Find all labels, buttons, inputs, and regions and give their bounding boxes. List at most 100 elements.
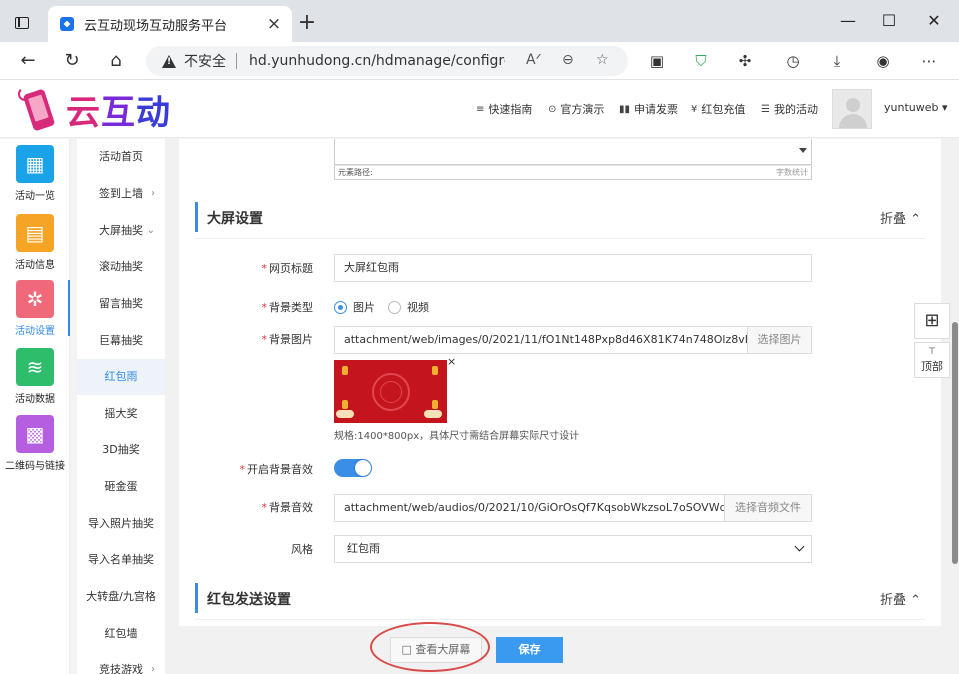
editor-status-bar: 元素路径: 字数统计 (334, 165, 812, 180)
radio-image[interactable]: 图片 (334, 299, 375, 315)
bg-sound-label: * 背景音效 (261, 501, 314, 514)
redpacket-section-header: 红包发送设置 折叠 ⌃ (195, 583, 925, 613)
sidebar-item-settings[interactable]: ✲ 活动设置 (0, 274, 70, 340)
submenu-item[interactable]: 3D抽奖 (77, 432, 165, 468)
bg-type-label: * 背景类型 (261, 301, 314, 314)
submenu-item[interactable]: 导入名单抽奖 (77, 542, 165, 578)
username-dropdown[interactable]: yuntuweb ▾ (884, 101, 948, 114)
submenu-item[interactable]: 签到上墙 › (77, 176, 165, 212)
history-icon[interactable]: ◷ (782, 50, 804, 72)
list-icon: ≡ (476, 103, 485, 115)
save-button[interactable]: 保存 (496, 637, 563, 663)
browser-tab[interactable]: 云互动现场互动服务平台 × (48, 6, 292, 42)
tab-close-icon[interactable]: × (262, 14, 286, 34)
url-text[interactable]: hd.yunhudong.cn/hdmanage/configred... (249, 53, 505, 69)
chevron-down-icon: ⌄ (146, 225, 155, 236)
tab-actions-icon[interactable] (8, 10, 36, 36)
remove-image-icon[interactable]: × (447, 355, 456, 368)
qrcode-float-icon[interactable]: ⊞ (914, 303, 950, 339)
bg-sound-path-input[interactable]: attachment/web/audios/0/2021/10/GiOrOsQf… (334, 494, 725, 522)
menu-icon: ☰ (761, 103, 770, 115)
grid-icon: ▦ (16, 145, 54, 183)
browser-toolbar: ← ↻ ⌂ 不安全 hd.yunhudong.cn/hdmanage/confi… (0, 42, 959, 80)
section-title: 大屏设置 (207, 211, 263, 227)
profile-icon[interactable]: ◉ (872, 50, 894, 72)
read-aloud-icon[interactable]: Aᐟ (526, 52, 542, 68)
invoice-icon: ▮▮ (619, 103, 631, 115)
big-screen-section-header: 大屏设置 折叠 ⌃ (195, 202, 925, 232)
divider (195, 238, 925, 239)
avatar[interactable] (832, 89, 872, 129)
favorite-add-icon[interactable]: ☆ (596, 52, 609, 68)
back-icon[interactable]: ← (14, 48, 42, 74)
submenu-item[interactable]: 红包墙 (77, 616, 165, 652)
sidebar-item-overview[interactable]: ▦ 活动一览 (0, 139, 70, 205)
nav-quick-guide[interactable]: ≡ 快速指南 (476, 101, 532, 117)
caret-down-icon: ▾ (941, 101, 948, 114)
brand-logo[interactable]: 云互动 (18, 83, 171, 135)
minimize-icon[interactable]: — (834, 9, 862, 33)
nav-my-activities[interactable]: ☰ 我的活动 (761, 101, 818, 117)
fold-toggle[interactable]: 折叠 ⌃ (880, 589, 921, 608)
style-select[interactable]: 红包雨 (334, 535, 812, 563)
submenu-item[interactable]: 巨幕抽奖 (77, 323, 165, 359)
more-menu-icon[interactable]: ⋯ (918, 50, 940, 72)
page-title-input[interactable]: 大屏红包雨 (334, 254, 812, 282)
nav-invoice[interactable]: ▮▮ 申请发票 (619, 101, 678, 117)
window-close-icon[interactable]: ✕ (920, 9, 948, 33)
choose-audio-button[interactable]: 选择音频文件 (724, 494, 812, 522)
page-title-label: * 网页标题 (261, 262, 314, 275)
phone-logo-icon (18, 85, 58, 133)
extensions-icon[interactable]: ✣ (734, 50, 756, 72)
submenu-item[interactable]: 导入照片抽奖 (77, 506, 165, 542)
download-icon[interactable]: ⤓ (826, 50, 848, 72)
sub-menu: 活动首页 签到上墙 › 大屏抽奖 ⌄ 滚动抽奖 留言抽奖 巨幕抽奖 红包雨 摇大奖 … (77, 139, 165, 674)
refresh-icon[interactable]: ↻ (58, 48, 86, 74)
radio-video[interactable]: 视频 (388, 299, 429, 315)
play-icon: ⊙ (548, 103, 557, 115)
nav-official-demo[interactable]: ⊙ 官方演示 (548, 101, 604, 117)
choose-image-button[interactable]: 选择图片 (747, 326, 812, 354)
insecure-label: 不安全 (184, 54, 226, 70)
submenu-item[interactable]: 大屏抽奖 ⌄ (77, 213, 165, 249)
icon-sidebar: ▦ 活动一览 ▤ 活动信息 ✲ 活动设置 ≋ 活动数据 ▩ 二维码与链接 (0, 139, 70, 674)
sidebar-item-info[interactable]: ▤ 活动信息 (0, 208, 70, 274)
document-icon: ▤ (16, 214, 54, 252)
bg-image-path-input[interactable]: attachment/web/images/0/2021/11/fO1Nt148… (334, 326, 748, 354)
bg-sound-toggle-label: * 开启背景音效 (239, 463, 314, 476)
new-tab-button[interactable]: + (296, 10, 318, 36)
gear-icon: ✲ (16, 280, 54, 318)
shield-extension-icon[interactable]: ⛉ (690, 50, 712, 72)
browser-titlebar: 云互动现场互动服务平台 × + — ☐ ✕ (0, 0, 959, 42)
scrollbar-thumb[interactable] (952, 322, 958, 564)
maximize-icon[interactable]: ☐ (875, 9, 903, 33)
submenu-item[interactable]: 大转盘/九宫格 (77, 579, 165, 615)
bg-sound-toggle[interactable] (334, 459, 372, 477)
sidebar-item-qrcode[interactable]: ▩ 二维码与链接 (0, 409, 70, 475)
image-size-hint: 规格:1400*800px，具体尺寸需结合屏幕实际尺寸设计 (334, 431, 580, 442)
address-bar[interactable]: 不安全 hd.yunhudong.cn/hdmanage/configred..… (146, 46, 628, 76)
submenu-item[interactable]: 滚动抽奖 (77, 249, 165, 285)
settings-card: 元素路径: 字数统计 大屏设置 折叠 ⌃ * 网页标题 大屏红包雨 * 背景类型 图… (179, 139, 941, 629)
database-icon: ≋ (16, 348, 54, 386)
fold-toggle[interactable]: 折叠 ⌃ (880, 208, 921, 227)
submenu-item[interactable]: 活动首页 (77, 139, 165, 175)
site-favicon-icon (60, 17, 74, 31)
back-to-top-button[interactable]: ⊤ 顶部 (914, 342, 950, 378)
qrcode-icon: ▩ (16, 415, 54, 453)
submenu-item[interactable]: 砸金蛋 (77, 469, 165, 505)
chevron-right-icon: › (151, 188, 155, 199)
submenu-item[interactable]: 留言抽奖 (77, 286, 165, 322)
zoom-icon[interactable]: ⊖ (562, 52, 574, 68)
chevron-right-icon: › (151, 664, 155, 674)
site-header: 云互动 ≡ 快速指南 ⊙ 官方演示 ▮▮ 申请发票 ¥ 红包充值 ☰ 我的活动 yuntu… (0, 80, 959, 138)
rich-text-editor[interactable] (334, 139, 812, 165)
home-icon[interactable]: ⌂ (102, 48, 130, 74)
chevron-down-icon (794, 541, 805, 552)
submenu-item-active[interactable]: 红包雨 (77, 359, 165, 395)
submenu-item[interactable]: 摇大奖 (77, 396, 165, 432)
nav-recharge[interactable]: ¥ 红包充值 (691, 101, 745, 117)
collections-icon[interactable]: ▣ (646, 50, 668, 72)
submenu-item[interactable]: 竞技游戏 › (77, 652, 165, 674)
sidebar-item-data[interactable]: ≋ 活动数据 (0, 342, 70, 408)
